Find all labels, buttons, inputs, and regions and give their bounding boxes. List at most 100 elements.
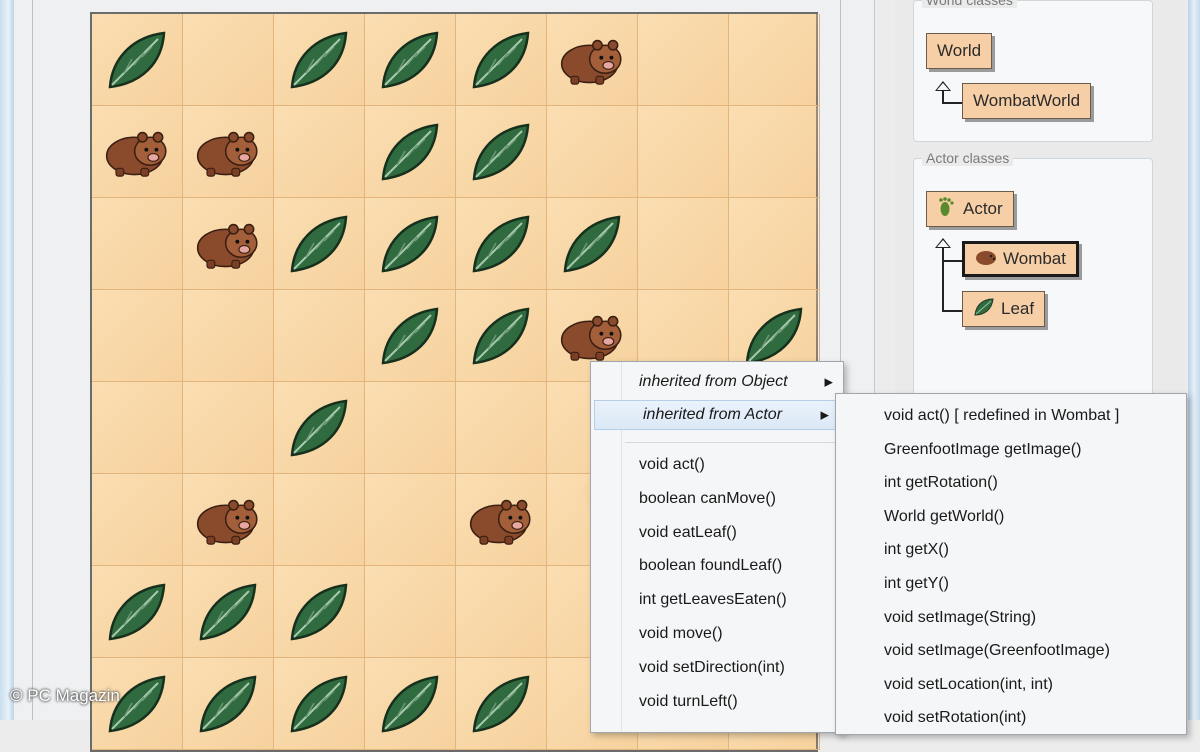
menu-method-item[interactable]: void act() xyxy=(591,450,843,480)
wombat-icon[interactable] xyxy=(557,305,627,367)
class-wombatworld[interactable]: WombatWorld xyxy=(962,83,1092,119)
menu-method-item[interactable]: boolean canMove() xyxy=(591,484,843,514)
menu-method-item[interactable]: boolean foundLeaf() xyxy=(591,551,843,581)
world-cell[interactable] xyxy=(274,106,365,198)
leaf-icon[interactable] xyxy=(466,121,536,183)
world-cell[interactable] xyxy=(183,290,274,382)
leaf-icon[interactable] xyxy=(284,581,354,643)
class-leaf[interactable]: Leaf xyxy=(962,291,1046,327)
leaf-icon[interactable] xyxy=(284,29,354,91)
world-cell[interactable] xyxy=(365,290,456,382)
class-wombat[interactable]: Wombat xyxy=(962,241,1079,277)
submenu-method-item[interactable]: void setRotation(int) xyxy=(884,703,1026,733)
wombat-icon[interactable] xyxy=(466,489,536,551)
world-cell[interactable] xyxy=(456,474,547,566)
world-cell[interactable] xyxy=(365,382,456,474)
wombat-icon[interactable] xyxy=(557,29,627,91)
world-cell[interactable] xyxy=(92,474,183,566)
menu-method-item[interactable]: void setDirection(int) xyxy=(591,653,843,683)
world-cell[interactable] xyxy=(274,290,365,382)
world-cell[interactable] xyxy=(365,198,456,290)
submenu-method-item[interactable]: void act() [ redefined in Wombat ] xyxy=(884,401,1119,431)
world-cell[interactable] xyxy=(274,658,365,750)
submenu-method-item[interactable]: int getX() xyxy=(884,535,949,565)
world-cell[interactable] xyxy=(274,474,365,566)
world-cell[interactable] xyxy=(183,14,274,106)
world-cell[interactable] xyxy=(456,290,547,382)
world-cell[interactable] xyxy=(183,382,274,474)
world-cell[interactable] xyxy=(456,14,547,106)
leaf-icon[interactable] xyxy=(284,673,354,735)
menu-method-item[interactable]: void move() xyxy=(591,619,843,649)
submenu-method-item[interactable]: int getY() xyxy=(884,569,949,599)
submenu-method-item[interactable]: GreenfootImage getImage() xyxy=(884,435,1081,465)
world-cell[interactable] xyxy=(183,474,274,566)
world-cell[interactable] xyxy=(547,14,638,106)
world-cell[interactable] xyxy=(92,382,183,474)
leaf-icon[interactable] xyxy=(557,213,627,275)
world-cell[interactable] xyxy=(92,14,183,106)
world-cell[interactable] xyxy=(729,106,820,198)
class-world[interactable]: World xyxy=(926,33,993,69)
leaf-icon[interactable] xyxy=(284,397,354,459)
world-cell[interactable] xyxy=(274,14,365,106)
world-cell[interactable] xyxy=(183,198,274,290)
world-cell[interactable] xyxy=(183,658,274,750)
world-cell[interactable] xyxy=(638,106,729,198)
leaf-icon[interactable] xyxy=(193,673,263,735)
leaf-icon[interactable] xyxy=(466,673,536,735)
world-cell[interactable] xyxy=(456,106,547,198)
leaf-icon[interactable] xyxy=(375,673,445,735)
menu-method-item[interactable]: int getLeavesEaten() xyxy=(591,585,843,615)
leaf-icon[interactable] xyxy=(102,581,172,643)
leaf-icon[interactable] xyxy=(102,29,172,91)
world-cell[interactable] xyxy=(456,198,547,290)
world-cell[interactable] xyxy=(547,198,638,290)
world-cell[interactable] xyxy=(365,106,456,198)
wombat-icon[interactable] xyxy=(102,121,172,183)
leaf-icon[interactable] xyxy=(375,29,445,91)
leaf-icon[interactable] xyxy=(193,581,263,643)
leaf-icon[interactable] xyxy=(466,305,536,367)
world-cell[interactable] xyxy=(638,14,729,106)
world-cell[interactable] xyxy=(92,198,183,290)
world-cell[interactable] xyxy=(365,14,456,106)
world-cell[interactable] xyxy=(274,198,365,290)
menu-method-item[interactable]: void turnLeft() xyxy=(591,687,843,717)
submenu-method-item[interactable]: World getWorld() xyxy=(884,502,1004,532)
leaf-icon[interactable] xyxy=(466,213,536,275)
wombat-icon[interactable] xyxy=(193,213,263,275)
world-cell[interactable] xyxy=(456,566,547,658)
world-cell[interactable] xyxy=(456,382,547,474)
leaf-icon[interactable] xyxy=(466,29,536,91)
world-cell[interactable] xyxy=(92,106,183,198)
world-cell[interactable] xyxy=(638,198,729,290)
leaf-icon[interactable] xyxy=(739,305,809,367)
menu-inherited-from-actor[interactable]: inherited from Actor ▶ xyxy=(594,400,840,430)
leaf-icon[interactable] xyxy=(375,305,445,367)
world-cell[interactable] xyxy=(729,198,820,290)
menu-inherited-from-object[interactable]: inherited from Object ▶ xyxy=(591,367,843,397)
world-cell[interactable] xyxy=(92,566,183,658)
submenu-method-item[interactable]: int getRotation() xyxy=(884,468,998,498)
submenu-method-item[interactable]: void setImage(String) xyxy=(884,603,1036,633)
world-cell[interactable] xyxy=(274,566,365,658)
wombat-icon[interactable] xyxy=(193,489,263,551)
world-cell[interactable] xyxy=(274,382,365,474)
submenu-method-item[interactable]: void setImage(GreenfootImage) xyxy=(884,636,1110,666)
leaf-icon[interactable] xyxy=(375,213,445,275)
world-cell[interactable] xyxy=(365,658,456,750)
world-cell[interactable] xyxy=(456,658,547,750)
submenu-method-item[interactable]: void setLocation(int, int) xyxy=(884,670,1053,700)
leaf-icon[interactable] xyxy=(375,121,445,183)
world-cell[interactable] xyxy=(365,474,456,566)
menu-method-item[interactable]: void eatLeaf() xyxy=(591,518,843,548)
world-cell[interactable] xyxy=(365,566,456,658)
world-cell[interactable] xyxy=(92,290,183,382)
world-cell[interactable] xyxy=(729,14,820,106)
world-cell[interactable] xyxy=(183,566,274,658)
class-actor[interactable]: Actor xyxy=(926,191,1014,227)
world-cell[interactable] xyxy=(547,106,638,198)
leaf-icon[interactable] xyxy=(284,213,354,275)
wombat-icon[interactable] xyxy=(193,121,263,183)
